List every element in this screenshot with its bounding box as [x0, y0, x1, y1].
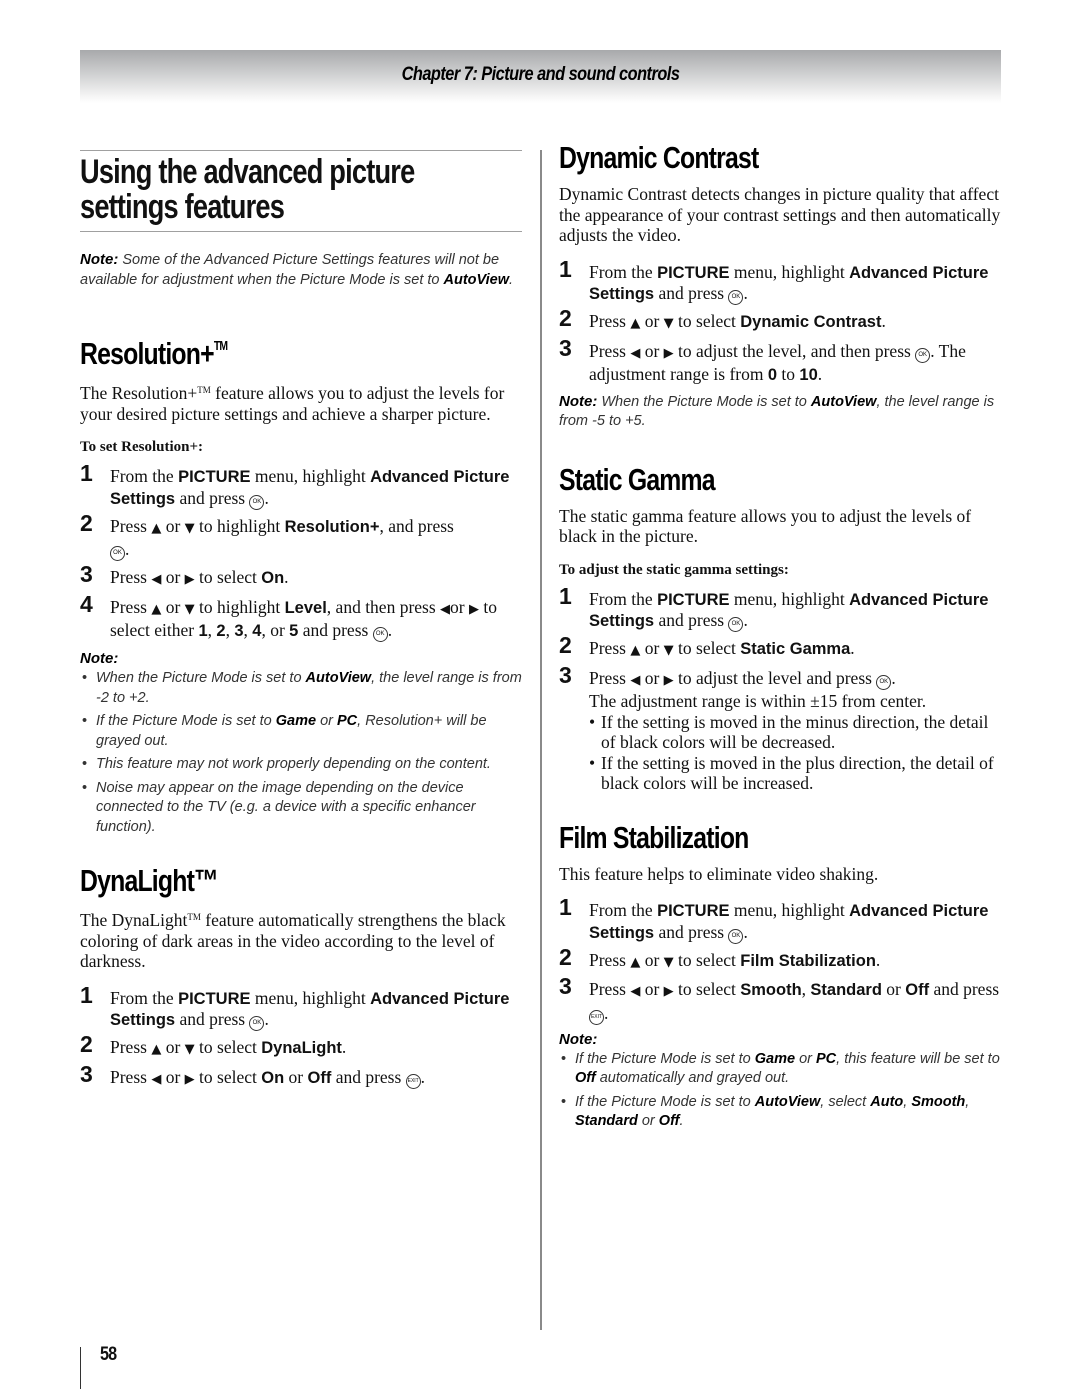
bullet-item: If the setting is moved in the plus dire…	[589, 753, 1001, 794]
down-arrow-icon: ▼	[663, 954, 674, 970]
step: 3 Press ◀ or ▶ to select On or Off and p…	[80, 1060, 426, 1089]
left-arrow-icon: ◀	[630, 984, 641, 999]
step: 1 From the PICTURE menu, highlight Advan…	[80, 981, 510, 1031]
ok-button-icon: OK	[249, 494, 265, 510]
chapter-title: Chapter 7: Picture and sound controls	[401, 64, 680, 85]
note-item: This feature may not work properly depen…	[80, 755, 522, 775]
right-arrow-icon: ▶	[663, 984, 674, 999]
step: 2 Press ▲ or ▼ to select DynaLight.	[80, 1031, 347, 1057]
step: 1 From the PICTURE menu, highlight Advan…	[559, 582, 989, 632]
step: 2 Press ▲ or ▼ to select Static Gamma.	[559, 632, 855, 658]
left-arrow-icon: ◀	[630, 345, 641, 361]
static-gamma-bullets: If the setting is moved in the minus dir…	[589, 712, 1001, 794]
dynalight-steps: 1 From the PICTURE menu, highlight Advan…	[80, 981, 522, 1091]
resolution-heading: Resolution+TM	[80, 336, 228, 371]
step: 2 Press ▲ or ▼ to select Film Stabilizat…	[559, 943, 881, 970]
static-gamma-steps: 1 From the PICTURE menu, highlight Advan…	[559, 582, 1001, 794]
step: 2 Press ▲ or ▼ to highlight Resolution+,…	[80, 509, 454, 561]
up-arrow-icon: ▲	[630, 316, 641, 331]
up-arrow-icon: ▲	[151, 601, 162, 617]
dynalight-heading: DynaLight™	[80, 863, 219, 898]
resolution-subheading: To set Resolution+:	[80, 439, 204, 455]
exit-button-icon: EXIT	[589, 1009, 604, 1025]
note-item: If the Picture Mode is set to Game or PC…	[559, 1050, 1001, 1089]
note-item: Noise may appear on the image depending …	[80, 779, 522, 838]
step: 4 Press ▲ or ▼ to highlight Level, and t…	[80, 590, 497, 642]
ok-button-icon: OK	[728, 928, 744, 944]
left-arrow-icon: ◀	[151, 572, 162, 587]
note-item: If the Picture Mode is set to Game or PC…	[80, 712, 522, 751]
step: 2 Press ▲ or ▼ to select Dynamic Contras…	[559, 305, 886, 331]
film-stabilization-steps: 1 From the PICTURE menu, highlight Advan…	[559, 894, 1001, 1025]
page-title-block: Using the advanced picture settings feat…	[80, 150, 522, 232]
step: 1 From the PICTURE menu, highlight Advan…	[559, 894, 989, 944]
right-arrow-icon: ▶	[184, 1071, 195, 1087]
static-gamma-heading: Static Gamma	[559, 461, 716, 497]
resolution-steps: 1 From the PICTURE menu, highlight Advan…	[80, 460, 522, 642]
ok-button-icon: OK	[110, 546, 125, 561]
dynamic-contrast-description: Dynamic Contrast detects changes in pict…	[559, 184, 1001, 245]
right-column: Dynamic Contrast Dynamic Contrast detect…	[559, 140, 1001, 1136]
intro-note: Note: Some of the Advanced Picture Setti…	[80, 251, 514, 288]
ok-button-icon: OK	[249, 1016, 265, 1031]
step: 1 From the PICTURE menu, highlight Advan…	[80, 460, 510, 510]
step: 3 Press ◀ or ▶ to select On.	[80, 561, 289, 587]
dynamic-contrast-heading: Dynamic Contrast	[559, 140, 759, 175]
up-arrow-icon: ▲	[630, 643, 641, 658]
chapter-header-bar: Chapter 7: Picture and sound controls	[80, 50, 1001, 103]
page-number: 58	[100, 1344, 117, 1365]
note-item: If the Picture Mode is set to AutoView, …	[559, 1093, 1001, 1132]
down-arrow-icon: ▼	[663, 643, 674, 658]
right-arrow-icon: ▶	[184, 572, 195, 587]
down-arrow-icon: ▼	[184, 601, 195, 617]
dynamic-contrast-steps: 1 From the PICTURE menu, highlight Advan…	[559, 255, 1001, 386]
film-stabilization-heading: Film Stabilization	[559, 819, 749, 855]
static-gamma-subheading: To adjust the static gamma settings:	[559, 561, 789, 578]
up-arrow-icon: ▲	[630, 954, 641, 970]
step: 3 Press ◀ or ▶ to select Smooth, Standar…	[559, 973, 1000, 1025]
note-item: When the Picture Mode is set to AutoView…	[80, 669, 522, 708]
dynalight-description: The DynaLightTM feature automatically st…	[80, 910, 506, 971]
dynamic-contrast-note: Note: When the Picture Mode is set to Au…	[559, 392, 995, 430]
trademark-mark: TM	[197, 385, 211, 395]
right-arrow-icon: ▶	[663, 345, 674, 361]
right-arrow-icon: ▶	[663, 672, 674, 688]
page-number-rule	[80, 1347, 81, 1389]
down-arrow-icon: ▼	[184, 1042, 195, 1057]
step: 3 Press ◀ or ▶ to adjust the level and p…	[559, 663, 1001, 794]
ok-button-icon: OK	[915, 347, 931, 363]
page-title: Using the advanced picture settings feat…	[80, 153, 415, 226]
exit-button-icon: EXIT	[405, 1073, 421, 1089]
up-arrow-icon: ▲	[151, 1042, 162, 1057]
left-arrow-icon: ◀	[440, 601, 451, 617]
column-divider	[540, 150, 542, 1330]
film-stabilization-description: This feature helps to eliminate video sh…	[559, 863, 879, 884]
bullet-item: If the setting is moved in the minus dir…	[589, 712, 1001, 753]
resolution-notes: Note: When the Picture Mode is set to Au…	[80, 650, 522, 837]
left-column: Using the advanced picture settings feat…	[80, 150, 522, 1096]
down-arrow-icon: ▼	[184, 520, 195, 536]
resolution-description: The Resolution+TM feature allows you to …	[80, 383, 505, 424]
left-arrow-icon: ◀	[630, 672, 641, 688]
left-arrow-icon: ◀	[151, 1071, 162, 1087]
ok-button-icon: OK	[372, 627, 388, 642]
ok-button-icon: OK	[728, 617, 744, 632]
right-arrow-icon: ▶	[469, 601, 479, 617]
ok-button-icon: OK	[876, 674, 892, 690]
step: 3 Press ◀ or ▶ to adjust the level, and …	[559, 334, 966, 384]
down-arrow-icon: ▼	[663, 316, 674, 331]
ok-button-icon: OK	[728, 290, 744, 305]
static-gamma-description: The static gamma feature allows you to a…	[559, 505, 972, 547]
trademark-mark: TM	[187, 912, 201, 922]
step: 1 From the PICTURE menu, highlight Advan…	[559, 255, 989, 305]
up-arrow-icon: ▲	[151, 520, 162, 536]
film-stabilization-notes: Note: If the Picture Mode is set to Game…	[559, 1031, 1001, 1132]
